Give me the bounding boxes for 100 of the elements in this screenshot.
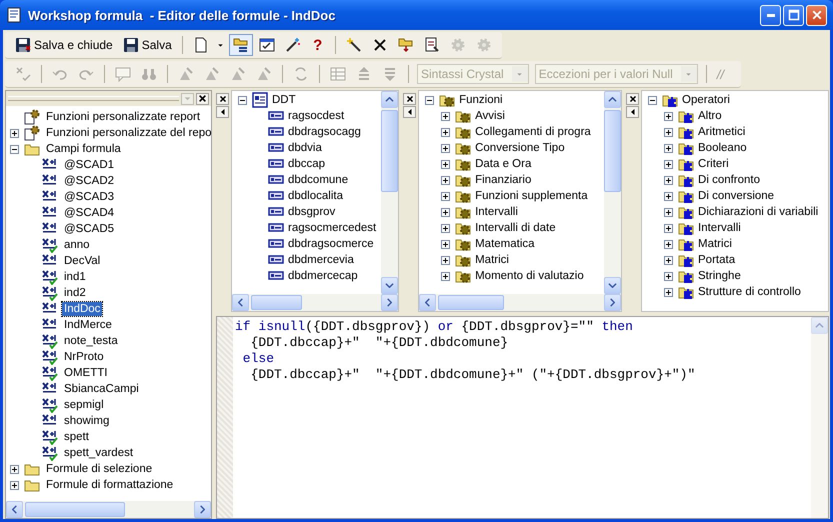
close-button[interactable]	[626, 93, 640, 105]
expand-icon[interactable]	[441, 192, 450, 200]
tree-item[interactable]: Stringhe	[696, 269, 743, 283]
tree-item[interactable]: Aritmetici	[696, 125, 748, 139]
tree-item[interactable]: Booleano	[696, 141, 749, 155]
tree-item[interactable]: @SCAD4	[62, 206, 116, 220]
tree-item[interactable]: OMETTI	[62, 366, 110, 380]
tree-item[interactable]: Conversione Tipo	[473, 141, 567, 155]
expand-icon[interactable]	[10, 464, 19, 474]
vertical-scrollbar[interactable]	[381, 91, 398, 294]
expand-icon[interactable]	[664, 160, 674, 168]
collapse-icon[interactable]	[425, 96, 434, 104]
tree-item[interactable]: ragsocdest	[286, 109, 346, 123]
tree-item[interactable]: Criteri	[696, 157, 731, 171]
expand-icon[interactable]	[664, 192, 674, 200]
expand-icon[interactable]	[664, 176, 674, 184]
tree-item[interactable]: ragsocmercedest	[286, 221, 378, 235]
horizontal-scrollbar[interactable]	[419, 294, 622, 311]
tree-item[interactable]: dbdmercecap	[286, 269, 360, 283]
close-button[interactable]	[196, 92, 209, 104]
horizontal-scrollbar[interactable]	[232, 294, 398, 311]
expand-icon[interactable]	[441, 256, 450, 264]
expand-icon[interactable]	[441, 160, 450, 168]
tree-item[interactable]: showimg	[62, 414, 112, 428]
tree-item[interactable]: @SCAD1	[62, 158, 116, 172]
tree-item[interactable]: NrProto	[62, 350, 106, 364]
collapse-button[interactable]	[626, 106, 640, 118]
tree-item[interactable]: Operatori	[680, 93, 732, 107]
tree-item[interactable]: Intervalli	[473, 205, 520, 219]
close-button[interactable]	[403, 93, 416, 105]
expand-icon[interactable]	[10, 480, 19, 490]
tree-item[interactable]: Formule di selezione	[44, 462, 154, 476]
tree-item[interactable]: Collegamenti di progra	[473, 125, 593, 139]
tree-item[interactable]: Momento di valutazio	[473, 269, 586, 283]
expand-icon[interactable]	[441, 208, 450, 216]
collapse-button[interactable]	[216, 106, 229, 118]
tree-item[interactable]: sepmigl	[62, 398, 106, 412]
tree-item[interactable]: DecVal	[62, 254, 102, 268]
tree-item[interactable]: spett_vardest	[62, 446, 136, 460]
tree-item[interactable]: dbdragsocagg	[286, 125, 363, 139]
tree-item[interactable]: Matematica	[473, 237, 537, 251]
vertical-scrollbar[interactable]	[604, 91, 622, 294]
tree-item[interactable]: dbdmercevia	[286, 253, 356, 267]
expand-icon[interactable]	[10, 128, 19, 138]
tree-item[interactable]: IndDoc	[62, 302, 102, 316]
tree-item[interactable]: @SCAD3	[62, 190, 116, 204]
tree-item[interactable]: Funzioni supplementa	[473, 189, 590, 203]
tree-item[interactable]: Finanziario	[473, 173, 534, 187]
tree-item[interactable]: Funzioni personalizzate del repo	[44, 126, 211, 140]
tree-item[interactable]: dbdvia	[286, 141, 324, 155]
expand-icon[interactable]	[664, 288, 674, 296]
expand-icon[interactable]	[441, 112, 450, 120]
formula-editor[interactable]: if isnull({DDT.dbsgprov}) or {DDT.dbsgprov}="" then {DDT.dbccap}+" "+{DDT.dbdcomune} else {DDT.dbccap}+" "+{DDT.dbdcomune}+" ("+{DDT.dbsgprov}+")"	[216, 316, 829, 519]
tree-item[interactable]: Intervalli	[696, 221, 743, 235]
tree-item[interactable]: Strutture di controllo	[696, 285, 803, 299]
collapse-icon[interactable]	[238, 96, 247, 104]
horizontal-scrollbar[interactable]	[6, 501, 211, 518]
tree-item[interactable]: Altro	[696, 109, 724, 123]
close-button[interactable]	[216, 93, 229, 105]
expand-icon[interactable]	[664, 224, 674, 232]
collapse-button[interactable]	[403, 106, 416, 118]
expand-icon[interactable]	[441, 128, 450, 136]
tree-item[interactable]: @SCAD2	[62, 174, 116, 188]
save-and-close-button[interactable]: Salva e chiude	[11, 34, 117, 56]
tree-item[interactable]: dbdlocalita	[286, 189, 345, 203]
tree-item[interactable]: DDT	[270, 93, 298, 107]
collapse-icon[interactable]	[10, 144, 19, 154]
help-button[interactable]: ?	[306, 34, 329, 56]
tree-item[interactable]: anno	[62, 238, 92, 252]
tree-item[interactable]: Portata	[696, 253, 738, 267]
tree-item[interactable]: dbdcomune	[286, 173, 350, 187]
expand-icon[interactable]	[664, 144, 674, 152]
tree-item[interactable]: Funzioni personalizzate report	[44, 110, 202, 124]
maximize-button[interactable]	[783, 4, 804, 26]
expand-icon[interactable]	[664, 256, 674, 264]
tree-item[interactable]: dbccap	[286, 157, 328, 171]
expand-icon[interactable]	[441, 144, 450, 152]
expand-icon[interactable]	[441, 272, 450, 280]
tree-item[interactable]: Data e Ora	[473, 157, 534, 171]
tree-item[interactable]: spett	[62, 430, 91, 444]
expand-icon[interactable]	[664, 240, 674, 248]
tree-item[interactable]: Matrici	[696, 237, 734, 251]
expand-icon[interactable]	[664, 208, 674, 216]
tree-item[interactable]: Funzioni	[457, 93, 505, 107]
tree-item[interactable]: Intervalli di date	[473, 221, 558, 235]
expand-icon[interactable]	[664, 272, 674, 280]
tree-item[interactable]: SbiancaCampi	[62, 382, 141, 396]
save-button[interactable]: Salva	[118, 34, 176, 56]
collapse-icon[interactable]	[648, 96, 658, 104]
tree-item[interactable]: Matrici	[473, 253, 511, 267]
expand-icon[interactable]	[664, 112, 674, 120]
tree-item[interactable]: Avvisi	[473, 109, 507, 123]
tree-item[interactable]: Formule di formattazione	[44, 478, 176, 492]
tree-item[interactable]: ind1	[62, 270, 88, 284]
tree-item[interactable]: @SCAD5	[62, 222, 116, 236]
tree-item[interactable]: Di conversione	[696, 189, 776, 203]
expand-icon[interactable]	[441, 240, 450, 248]
tree-view-button[interactable]	[228, 34, 253, 56]
tree-item[interactable]: dbdragsocmerce	[286, 237, 376, 251]
tree-item[interactable]: note_testa	[62, 334, 120, 348]
